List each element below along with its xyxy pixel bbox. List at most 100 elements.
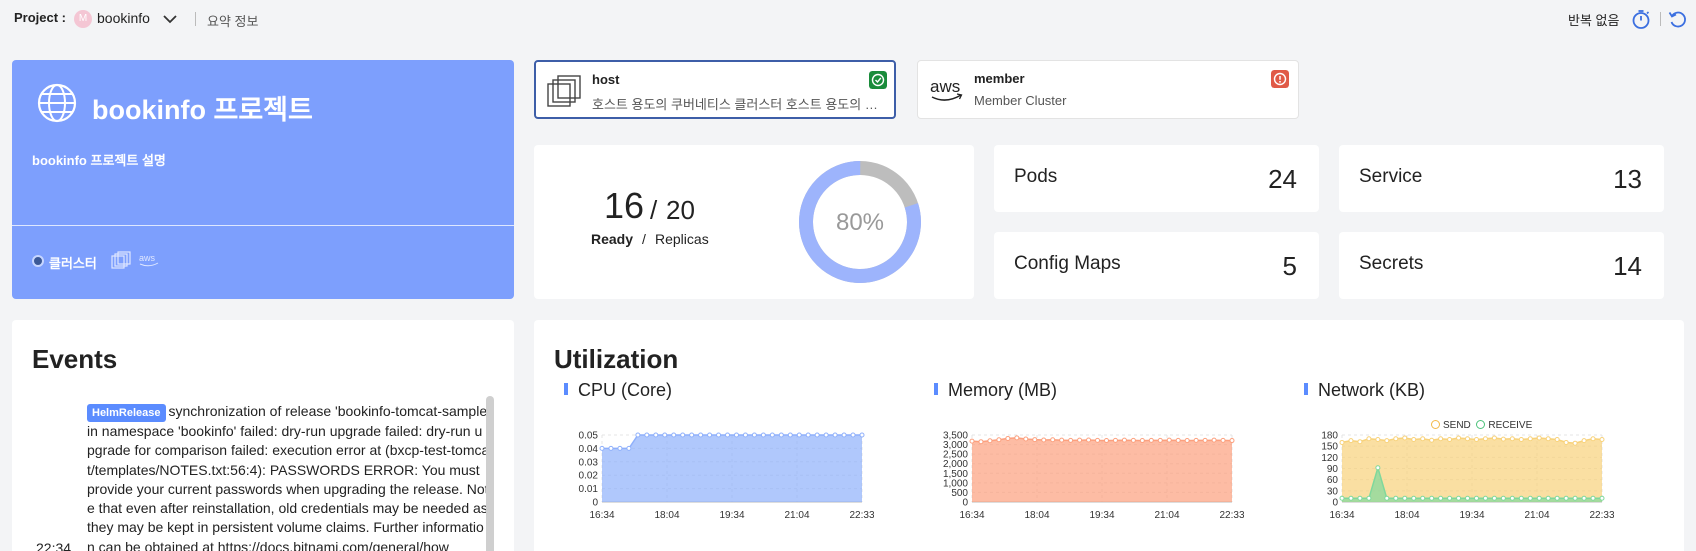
y-tick-label: 0.03 xyxy=(579,457,599,468)
data-point xyxy=(1112,437,1118,443)
y-tick-label: 0.02 xyxy=(579,471,599,482)
data-point xyxy=(1420,495,1426,501)
data-point xyxy=(1491,495,1497,501)
summary-tab[interactable]: 요약 정보 xyxy=(207,11,258,30)
refresh-icon[interactable] xyxy=(1667,8,1689,30)
ready-label: Ready xyxy=(591,231,634,247)
data-point xyxy=(1357,495,1363,501)
data-point xyxy=(626,445,632,451)
data-point xyxy=(1121,437,1127,443)
ready-ratio-donut: 80% xyxy=(799,161,921,283)
aws-logo-icon: aws xyxy=(139,253,159,267)
data-point xyxy=(1393,436,1399,442)
data-point xyxy=(680,432,686,438)
data-point xyxy=(1023,436,1029,442)
data-point xyxy=(599,445,605,451)
data-point xyxy=(814,432,820,438)
utilization-card: Utilization CPU (Core) Memory (MB) Netwo… xyxy=(534,320,1684,551)
divider xyxy=(12,225,514,226)
y-tick-label: 90 xyxy=(1327,464,1339,475)
alert-icon xyxy=(1271,70,1289,88)
data-point xyxy=(1456,495,1462,501)
y-tick-label: 1,500 xyxy=(943,469,968,480)
data-point xyxy=(1554,436,1560,442)
data-point xyxy=(1086,437,1092,443)
data-point xyxy=(1339,495,1345,501)
data-point xyxy=(1339,439,1345,445)
project-label: Project : xyxy=(14,10,67,25)
data-point xyxy=(1357,439,1363,445)
data-point xyxy=(1429,437,1435,443)
data-point xyxy=(698,432,704,438)
data-point xyxy=(1599,495,1605,501)
data-point xyxy=(1375,465,1381,471)
stat-card-configmaps[interactable]: Config Maps 5 xyxy=(994,232,1319,299)
stat-card-pods[interactable]: Pods 24 xyxy=(994,145,1319,212)
data-point xyxy=(1438,436,1444,442)
host-cluster-icon xyxy=(547,75,581,107)
x-tick-label: 21:04 xyxy=(1154,510,1179,521)
replica-total: 20 xyxy=(666,195,695,225)
data-point xyxy=(1402,435,1408,441)
stat-label: Pods xyxy=(1014,166,1058,187)
data-point xyxy=(1095,437,1101,443)
data-point xyxy=(635,432,641,438)
y-tick-label: 500 xyxy=(951,488,968,499)
cluster-card-member[interactable]: aws member Member Cluster xyxy=(917,60,1299,119)
data-point xyxy=(832,432,838,438)
stat-card-secrets[interactable]: Secrets 14 xyxy=(1339,232,1664,299)
cluster-card-host[interactable]: host 호스트 용도의 쿠버네티스 클러스터 호스트 용도의 쿠버네티스 클러… xyxy=(534,60,896,119)
globe-icon xyxy=(37,83,77,123)
data-point xyxy=(1473,495,1479,501)
data-point xyxy=(1411,495,1417,501)
data-point xyxy=(1509,495,1515,501)
data-point xyxy=(1348,438,1354,444)
data-point xyxy=(978,439,984,445)
data-point xyxy=(1130,437,1136,443)
data-point xyxy=(644,432,650,438)
cluster-label: 클러스터 xyxy=(49,256,97,271)
stat-card-service[interactable]: Service 13 xyxy=(1339,145,1664,212)
data-point xyxy=(1420,436,1426,442)
cluster-name: host xyxy=(592,72,620,87)
stat-value: 5 xyxy=(1282,251,1297,281)
data-point xyxy=(1438,495,1444,501)
data-point xyxy=(1068,437,1074,443)
data-point xyxy=(1482,436,1488,442)
y-tick-label: 3,000 xyxy=(943,440,968,451)
x-tick-label: 16:34 xyxy=(589,510,614,521)
y-tick-label: 60 xyxy=(1327,475,1339,486)
data-point xyxy=(1456,435,1462,441)
cluster-name: member xyxy=(974,71,1025,86)
stat-value: 14 xyxy=(1613,251,1642,281)
y-tick-label: 3,500 xyxy=(943,431,968,442)
data-point xyxy=(1202,437,1208,443)
timer-icon[interactable] xyxy=(1630,8,1652,30)
series-area xyxy=(972,437,1232,502)
repeat-selector[interactable]: 반복 없음 xyxy=(1568,10,1619,29)
data-point xyxy=(1229,438,1235,444)
memory-chart-title: Memory (MB) xyxy=(934,380,1057,401)
x-tick-label: 18:04 xyxy=(1394,510,1419,521)
data-point xyxy=(1348,495,1354,501)
y-tick-label: 120 xyxy=(1321,453,1338,464)
stat-value: 13 xyxy=(1613,164,1642,194)
replicas-card: 16 / 20 Ready / Replicas 80% xyxy=(534,145,974,299)
scrollbar[interactable] xyxy=(486,396,494,551)
data-point xyxy=(996,437,1002,443)
event-kind-badge: HelmRelease xyxy=(87,404,166,422)
data-point xyxy=(1518,436,1524,442)
data-point xyxy=(1103,438,1109,444)
ready-count: 16 xyxy=(604,185,645,226)
project-selector[interactable]: bookinfo xyxy=(97,10,150,26)
x-tick-label: 21:04 xyxy=(784,510,809,521)
data-point xyxy=(1175,437,1181,443)
chevron-down-icon[interactable] xyxy=(161,10,179,28)
events-title: Events xyxy=(32,344,118,374)
data-point xyxy=(1572,495,1578,501)
data-point xyxy=(1166,437,1172,443)
data-point xyxy=(751,432,757,438)
x-tick-label: 22:33 xyxy=(849,510,874,521)
count-separator: / xyxy=(650,195,658,225)
data-point xyxy=(733,432,739,438)
